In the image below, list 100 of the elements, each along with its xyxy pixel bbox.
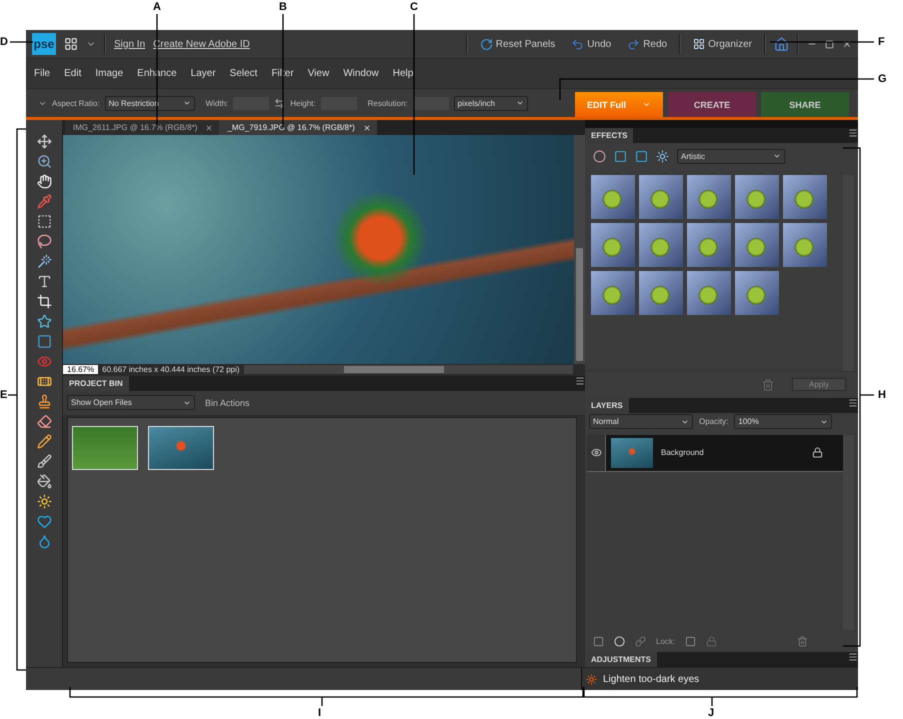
effect-thumbnail[interactable] <box>591 175 635 219</box>
menu-item[interactable]: Image <box>95 68 124 79</box>
field-label: Height: <box>290 98 316 108</box>
effect-thumbnail[interactable] <box>687 223 731 267</box>
toolbar-action[interactable]: Organizer <box>689 38 756 50</box>
link-icon[interactable] <box>635 636 646 646</box>
effect-thumbnail[interactable] <box>687 271 731 315</box>
layout-icon[interactable] <box>64 37 78 51</box>
droplet-icon[interactable] <box>36 534 52 549</box>
eraser-icon[interactable] <box>36 414 52 429</box>
account-link[interactable]: Sign In <box>114 38 146 50</box>
zoom-icon[interactable] <box>36 154 52 169</box>
effect-thumbnail[interactable] <box>783 175 827 219</box>
blend-mode-dropdown[interactable]: Normal <box>589 414 693 429</box>
document-tab[interactable]: IMG_2611.JPG @ 16.7% (RGB/8*) <box>65 120 220 135</box>
layer-name: Background <box>661 448 704 457</box>
close-icon[interactable] <box>362 124 371 132</box>
toolbar-action[interactable]: Undo <box>567 38 616 50</box>
callout-label: A <box>153 2 161 13</box>
panel-tab[interactable]: EFFECTS <box>585 128 634 143</box>
effect-thumbnail[interactable] <box>735 175 779 219</box>
eyedropper-icon[interactable] <box>36 194 52 209</box>
bin-actions-menu[interactable]: Bin Actions <box>205 398 250 408</box>
callout-label: I <box>318 708 322 719</box>
effect-thumbnail[interactable] <box>735 271 779 315</box>
effect-thumbnail[interactable] <box>591 271 635 315</box>
menu-icon[interactable] <box>848 652 858 662</box>
menu-item[interactable]: View <box>308 68 330 79</box>
callout-label: J <box>708 708 714 719</box>
layer-row[interactable]: Background <box>587 434 843 472</box>
hint-text: Lighten too-dark eyes <box>603 674 700 684</box>
undo-icon[interactable] <box>571 38 584 50</box>
effect-thumbnail[interactable] <box>639 223 683 267</box>
caret-icon[interactable] <box>773 152 781 160</box>
callout-label: D <box>0 37 8 48</box>
home-icon[interactable] <box>774 36 789 52</box>
effects-category-dropdown[interactable]: Artistic <box>677 148 785 164</box>
magic-wand-icon[interactable] <box>36 254 52 269</box>
mode-tab[interactable]: CREATE <box>668 92 756 117</box>
eye-icon[interactable] <box>36 354 52 369</box>
move-icon[interactable] <box>36 134 52 149</box>
panel-tab[interactable]: PROJECT BIN <box>63 376 129 390</box>
paint-bucket-icon[interactable] <box>36 474 52 489</box>
stamp-icon[interactable] <box>36 394 52 409</box>
panel-tab[interactable]: LAYERS <box>585 398 629 412</box>
type-icon[interactable] <box>36 274 52 289</box>
document-tab[interactable]: _MG_7919.JPG @ 16.7% (RGB/8*) <box>219 120 377 135</box>
menu-item[interactable]: Edit <box>64 68 82 79</box>
menu-icon[interactable] <box>848 398 858 408</box>
bin-filter-dropdown[interactable]: Show Open Files <box>67 395 195 410</box>
toolbar-action[interactable]: Reset Panels <box>476 38 560 50</box>
panel-tab[interactable]: ADJUSTMENTS <box>585 652 658 667</box>
menu-item[interactable]: File <box>34 68 50 79</box>
square-icon[interactable] <box>36 334 52 349</box>
scrollbar[interactable] <box>843 434 854 630</box>
toolbar-action[interactable]: Redo <box>623 38 672 50</box>
star-icon[interactable] <box>36 314 52 329</box>
effect-thumbnail[interactable] <box>735 223 779 267</box>
zoom-field[interactable]: 16.67% <box>63 365 98 374</box>
mode-tab[interactable]: SHARE <box>761 92 849 117</box>
hand-icon[interactable] <box>36 174 52 189</box>
brush-icon[interactable] <box>36 454 52 469</box>
caret-icon[interactable] <box>516 99 524 107</box>
menu-item[interactable]: Enhance <box>137 68 177 79</box>
swap-icon[interactable] <box>274 98 286 108</box>
photo-placeholder[interactable] <box>148 426 214 470</box>
effect-thumbnail[interactable] <box>639 175 683 219</box>
photo-placeholder[interactable] <box>72 426 138 470</box>
close-icon[interactable] <box>842 39 852 49</box>
effect-thumbnail[interactable] <box>687 175 731 219</box>
menu-item[interactable]: Select <box>230 68 258 79</box>
menu-item[interactable]: Help <box>392 68 414 79</box>
close-icon[interactable] <box>205 124 214 132</box>
pencil-icon[interactable] <box>36 434 52 449</box>
aspect-ratio-dropdown[interactable]: No Restriction <box>104 96 195 110</box>
heart-icon[interactable] <box>36 514 52 529</box>
grid-icon[interactable] <box>693 38 706 50</box>
lasso-icon[interactable] <box>36 234 52 249</box>
scrollbar[interactable] <box>574 135 585 364</box>
redo-icon[interactable] <box>627 38 640 50</box>
crop-icon[interactable] <box>36 294 52 309</box>
unit-dropdown[interactable]: pixels/inch <box>454 96 528 110</box>
menu-icon[interactable] <box>575 376 585 386</box>
reset-icon[interactable] <box>480 38 493 50</box>
effect-thumbnail[interactable] <box>591 223 635 267</box>
marquee-icon[interactable] <box>36 214 52 229</box>
menu-icon[interactable] <box>848 128 858 138</box>
account-link[interactable]: Create New Adobe ID <box>153 38 250 50</box>
effect-thumbnail[interactable] <box>783 223 827 267</box>
bandage-icon[interactable] <box>36 374 52 389</box>
visibility-icon[interactable] <box>590 447 602 458</box>
trash-icon[interactable] <box>797 636 808 646</box>
opacity-field[interactable]: 100% <box>734 414 832 429</box>
menu-item[interactable]: Layer <box>190 68 216 79</box>
menu-item[interactable]: Window <box>343 68 379 79</box>
maximize-icon[interactable] <box>825 40 834 48</box>
resolution-field[interactable] <box>412 96 449 110</box>
effect-thumbnail[interactable] <box>639 271 683 315</box>
caret-icon[interactable] <box>182 99 191 107</box>
scrollbar[interactable] <box>244 365 573 374</box>
